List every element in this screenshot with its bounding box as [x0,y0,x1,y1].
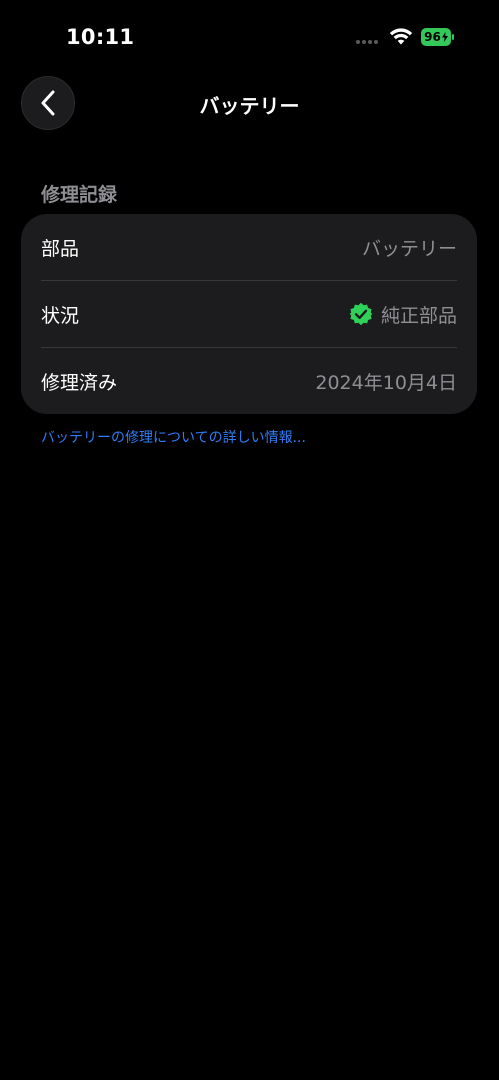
repair-history-card: 部品 バッテリー 状況 純正部品 修理済み 2024年10月4日 [21,214,477,414]
status-time: 10:11 [66,25,135,49]
wifi-icon [389,28,413,45]
row-label: 部品 [41,237,80,260]
cellular-signal-icon [356,40,378,44]
battery-level: 96 [424,30,441,44]
battery-repair-info-link[interactable]: バッテリーの修理についての詳しい情報... [41,427,306,447]
row-label: 状況 [41,304,80,327]
section-header: 修理記録 [41,184,118,206]
charging-bolt-icon [441,32,448,42]
row-label: 修理済み [41,371,118,394]
row-value: バッテリー [361,237,457,260]
row-part: 部品 バッテリー [41,214,457,280]
battery-icon: 96 [421,28,455,46]
navigation-bar: バッテリー [0,70,499,136]
status-bar: 10:11 96 [0,0,499,70]
row-status: 状況 純正部品 [41,281,457,347]
status-value: 純正部品 [380,304,457,327]
row-value-status: 純正部品 [349,301,457,328]
page-title: バッテリー [199,94,300,118]
row-repaired-date: 修理済み 2024年10月4日 [41,348,457,414]
row-value: 2024年10月4日 [315,371,457,394]
verified-check-icon [349,302,373,326]
